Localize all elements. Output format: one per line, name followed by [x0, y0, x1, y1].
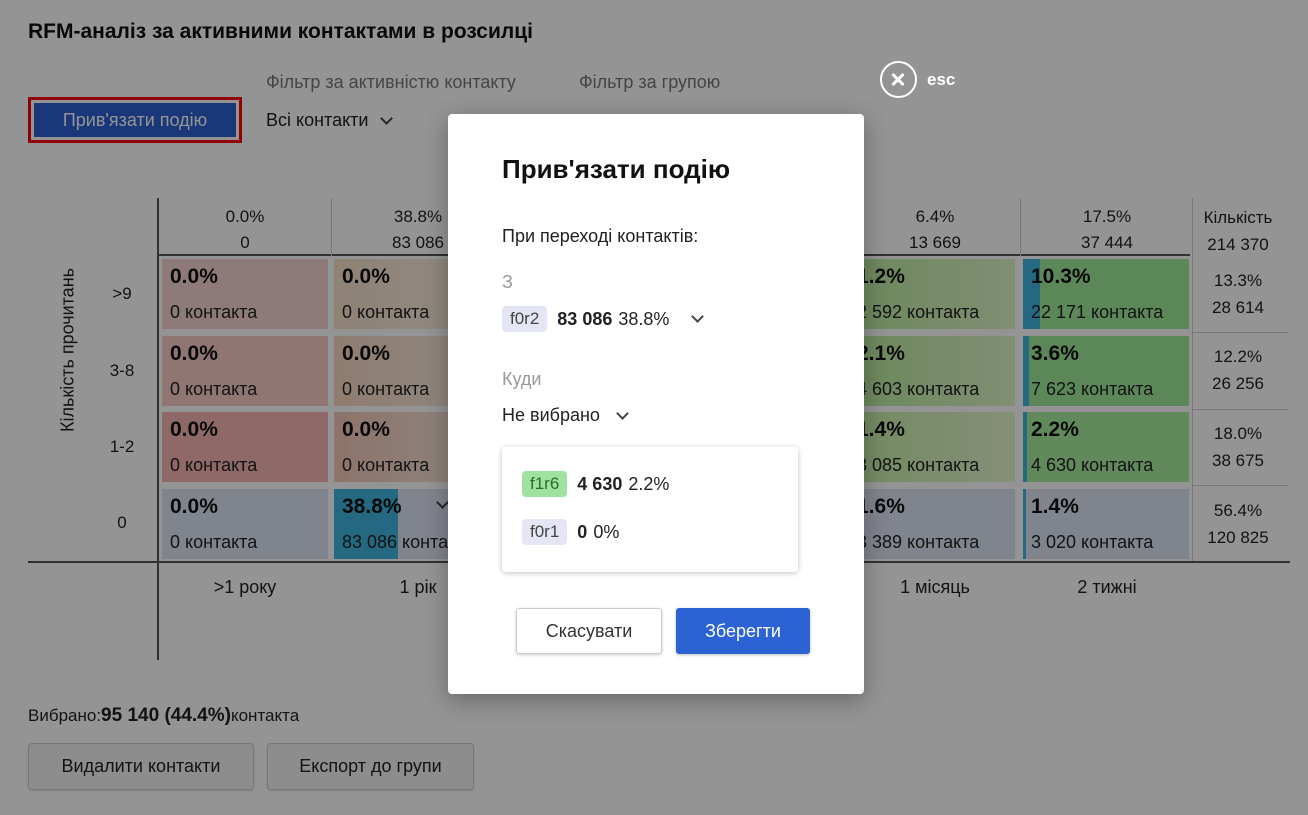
- from-select[interactable]: f0r2 83 086 38.8%: [502, 306, 705, 332]
- segment-count: 83 086: [557, 308, 613, 329]
- segment-count: 0: [577, 521, 588, 542]
- to-select[interactable]: Не вибрано: [502, 405, 629, 426]
- close-modal-button[interactable]: esc: [880, 61, 955, 98]
- segment-pct: 0%: [593, 521, 620, 542]
- segment-tag: f0r1: [522, 519, 568, 545]
- esc-label: esc: [927, 69, 956, 89]
- segment-pct: 38.8%: [618, 308, 670, 329]
- modal-title: Прив'язати подію: [502, 154, 731, 184]
- segment-tag: f1r6: [522, 471, 568, 497]
- segment-pct: 2.2%: [628, 473, 670, 494]
- chevron-down-icon: [616, 406, 629, 420]
- dropdown-option[interactable]: f0r1 0 0%: [522, 519, 619, 545]
- cancel-button[interactable]: Скасувати: [516, 608, 662, 654]
- to-label: Куди: [502, 369, 542, 389]
- to-select-value: Не вибрано: [502, 405, 600, 425]
- from-label: З: [502, 272, 513, 292]
- to-dropdown-menu: f1r6 4 630 2.2% f0r1 0 0%: [502, 447, 798, 572]
- chevron-down-icon: [691, 310, 705, 323]
- dropdown-option[interactable]: f1r6 4 630 2.2%: [522, 471, 669, 497]
- segment-count: 4 630: [577, 473, 623, 494]
- modal-subtitle: При переході контактів:: [502, 226, 699, 246]
- bind-event-modal: Прив'язати подію При переході контактів:…: [448, 114, 864, 694]
- segment-tag: f0r2: [502, 306, 548, 332]
- close-icon[interactable]: [880, 61, 917, 98]
- save-button[interactable]: Зберегти: [676, 608, 810, 654]
